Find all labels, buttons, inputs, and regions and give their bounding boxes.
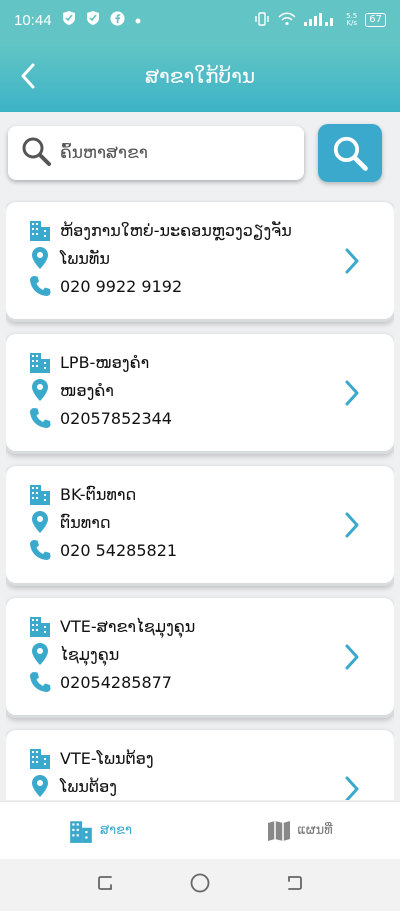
search-icon: [20, 135, 52, 171]
status-bar: 10:44 5.5 K/s 67: [0, 0, 400, 40]
search-icon: [333, 136, 368, 171]
tab-map[interactable]: ແຜນທີ່: [200, 802, 400, 859]
shield-icon: [62, 10, 76, 30]
search-field[interactable]: [8, 126, 304, 180]
branch-name: LPB-ໜອງຄໍາ: [60, 352, 150, 372]
building-icon: [28, 614, 52, 638]
location-pin-icon: [28, 246, 52, 270]
tab-branches-label: ສາຂາ: [99, 823, 133, 838]
app-bar: ສາຂາໃກ້ບ້ານ: [0, 40, 400, 112]
wifi-icon: [278, 11, 296, 29]
branch-phone: 02057852344: [60, 408, 172, 428]
branch-card[interactable]: BK-ຕົນທາດ ຕົນທາດ 020 54285821: [6, 466, 394, 586]
branch-name: BK-ຕົນທາດ: [60, 484, 137, 504]
building-icon: [28, 218, 52, 242]
notification-dot-icon: [135, 12, 141, 28]
building-icon: [70, 820, 92, 843]
back-arrow-icon: [21, 63, 35, 89]
building-icon: [28, 746, 52, 770]
vibrate-icon: [254, 11, 270, 29]
map-icon: [268, 820, 291, 841]
location-pin-icon: [28, 378, 52, 402]
branch-card[interactable]: LPB-ໜອງຄໍາ ໜອງຄໍາ 02057852344: [6, 334, 394, 454]
search-input[interactable]: [60, 143, 290, 163]
chevron-right-icon: [345, 776, 359, 800]
branch-phone: 020 54285821: [60, 540, 178, 560]
tab-branches[interactable]: ສາຂາ: [0, 802, 200, 859]
search-row: [8, 124, 392, 184]
shield-check-icon: [86, 10, 100, 30]
net-speed: 5.5 K/s: [346, 12, 358, 27]
phone-icon: [28, 274, 52, 298]
back-nav-button[interactable]: [284, 873, 304, 897]
bottom-navigation: ສາຂາ ແຜນທີ່: [0, 801, 400, 859]
phone-icon: [28, 538, 52, 562]
location-pin-icon: [28, 774, 52, 798]
branch-location: ຕົນທາດ: [60, 512, 111, 532]
branch-name: ຫ້ອງການໃຫຍ່-ນະຄອນຫຼວງວຽງຈັນ: [60, 220, 292, 240]
branch-location: ໂພນຕ້ອງ: [60, 776, 117, 796]
branch-name: VTE-ສາຂາໄຊມຸງຄຸນ: [60, 616, 196, 636]
building-icon: [28, 350, 52, 374]
chevron-right-icon: [345, 380, 359, 406]
location-pin-icon: [28, 510, 52, 534]
branch-phone: 020 9922 9192: [60, 276, 183, 296]
recent-apps-icon: [98, 876, 113, 890]
chevron-right-icon: [345, 248, 359, 274]
chevron-right-icon: [345, 644, 359, 670]
tab-map-label: ແຜນທີ່: [297, 823, 333, 838]
back-nav-icon: [287, 876, 302, 890]
home-circle-icon: [190, 873, 210, 893]
branch-location: ໄຊມຸງຄຸນ: [60, 644, 120, 664]
page-title: ສາຂາໃກ້ບ້ານ: [144, 64, 256, 88]
chevron-right-icon: [345, 512, 359, 538]
status-time: 10:44: [14, 11, 52, 29]
location-pin-icon: [28, 642, 52, 666]
building-icon: [28, 482, 52, 506]
branch-list: ຫ້ອງການໃຫຍ່-ນະຄອນຫຼວງວຽງຈັນ ໂພນທັນ 020 9…: [6, 200, 394, 800]
branch-card[interactable]: ຫ້ອງການໃຫຍ່-ນະຄອນຫຼວງວຽງຈັນ ໂພນທັນ 020 9…: [6, 202, 394, 322]
phone-icon: [28, 670, 52, 694]
home-button[interactable]: [189, 872, 211, 898]
battery-icon: 67: [365, 13, 386, 27]
branch-card[interactable]: VTE-ໂພນຕ້ອງ ໂພນຕ້ອງ: [6, 730, 394, 800]
facebook-icon: [110, 10, 125, 30]
phone-icon: [28, 406, 52, 430]
branch-location: ໂພນທັນ: [60, 248, 110, 268]
back-button[interactable]: [12, 58, 44, 94]
system-navigation-bar: [0, 859, 400, 911]
branch-phone: 02054285877: [60, 672, 172, 692]
search-button[interactable]: [318, 124, 382, 182]
signal-icon: [304, 12, 338, 29]
branch-location: ໜອງຄໍາ: [60, 380, 114, 400]
recent-apps-button[interactable]: [96, 873, 116, 897]
branch-name: VTE-ໂພນຕ້ອງ: [60, 748, 154, 768]
branch-card[interactable]: VTE-ສາຂາໄຊມຸງຄຸນ ໄຊມຸງຄຸນ 02054285877: [6, 598, 394, 718]
